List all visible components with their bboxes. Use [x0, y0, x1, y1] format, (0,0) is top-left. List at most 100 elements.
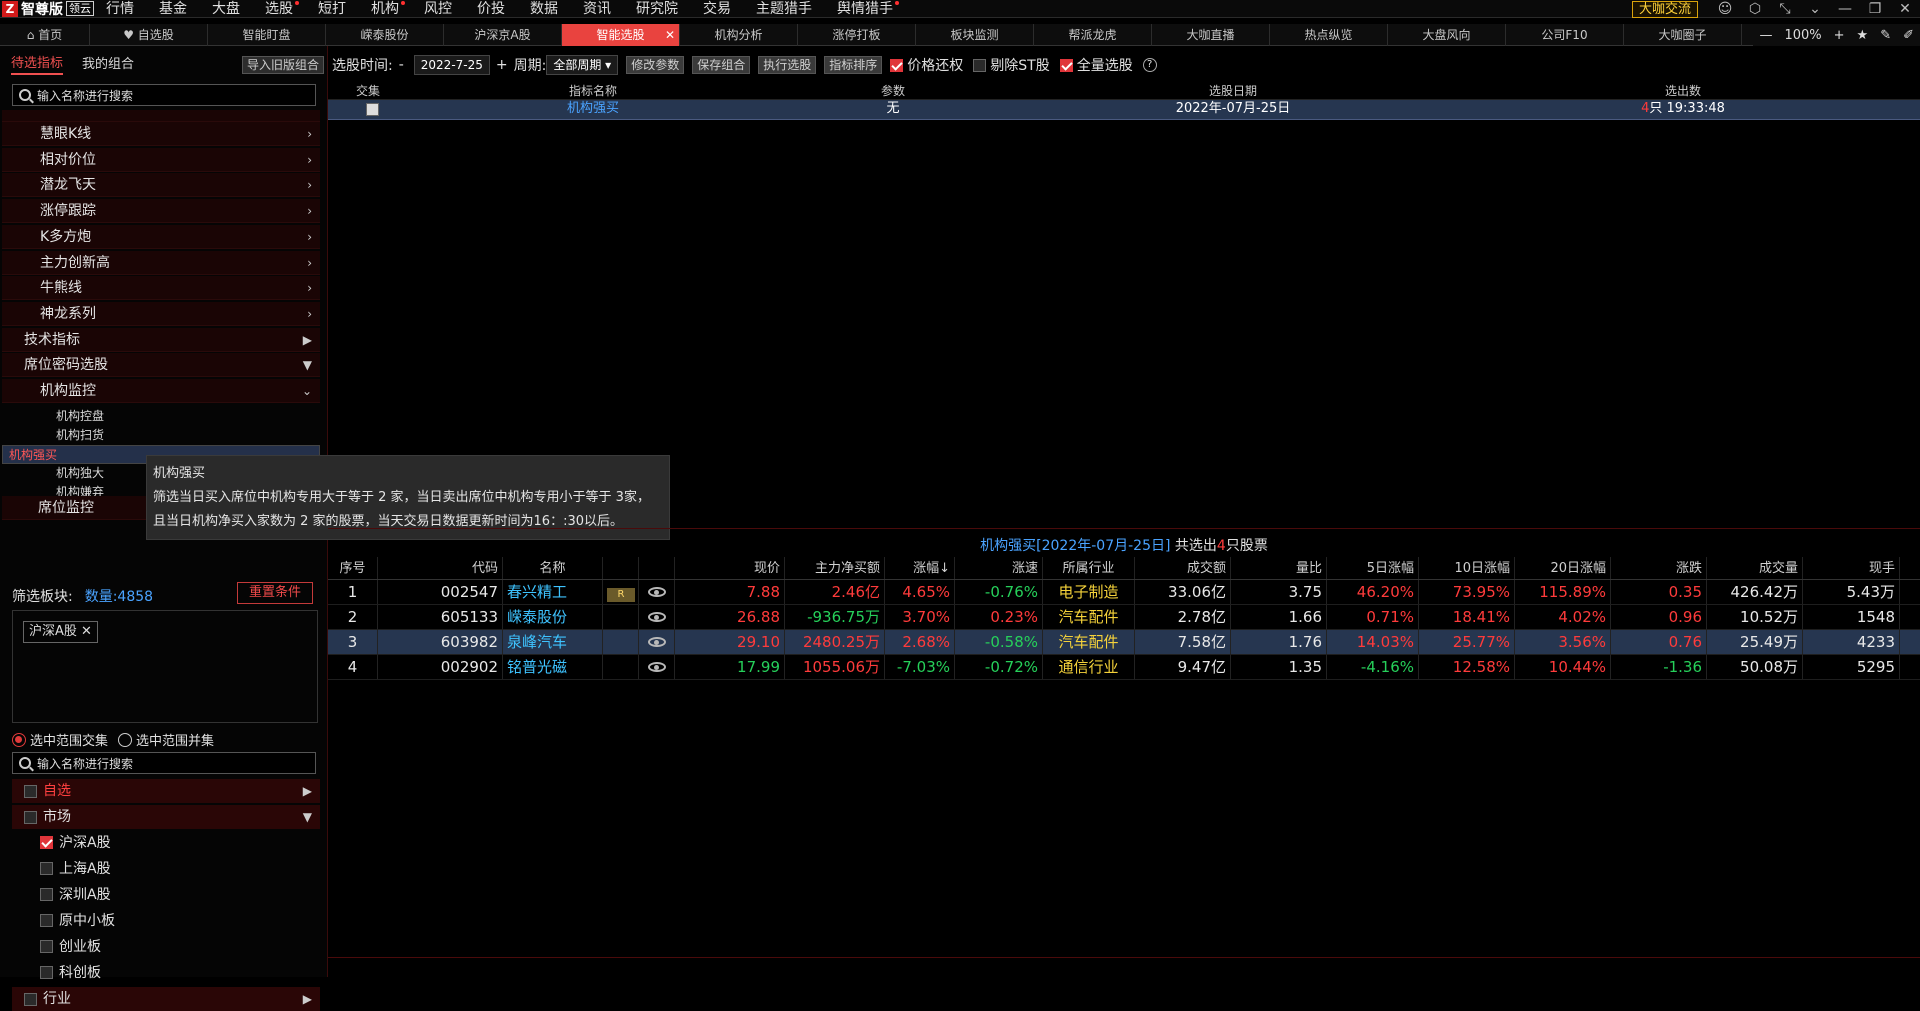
shrink-icon[interactable]: ⤡ [1770, 0, 1800, 18]
col-header[interactable]: 涨幅↓ [885, 557, 955, 579]
checkbox[interactable] [1059, 58, 1073, 72]
col-header[interactable]: 成交额 [1135, 557, 1231, 579]
table-row[interactable]: 2 605133 嵘泰股份 26.88 -936.75万 3.70% 0.23% 汽车配件 2.… [328, 605, 1920, 630]
col-header[interactable]: 代码 [378, 557, 503, 579]
tree-row[interactable]: 主力创新高 › [2, 250, 320, 275]
close-tab-icon[interactable]: ✕ [665, 24, 675, 46]
checkbox[interactable] [24, 993, 37, 1006]
category-market[interactable]: 市场 ▼ [12, 805, 320, 829]
tab-8[interactable]: 板块监测 [916, 24, 1034, 46]
tab-9[interactable]: 帮派龙虎 [1034, 24, 1152, 46]
tree-row[interactable]: K多方炮 › [2, 224, 320, 249]
category-zixuan[interactable]: 自选 ▶ [12, 779, 320, 803]
tree-row[interactable]: 相对价位 › [2, 147, 320, 172]
table-row[interactable]: 3 603982 泉峰汽车 29.10 2480.25万 2.68% -0.58% 汽车配件 7… [328, 630, 1920, 655]
menu-item[interactable]: 大盘 [212, 0, 240, 18]
market-item[interactable]: 创业板 [12, 934, 320, 960]
tab-my-combos[interactable]: 我的组合 [82, 53, 134, 74]
market-item[interactable]: 沪深A股 [12, 830, 320, 856]
date-minus-button[interactable]: - [399, 57, 404, 73]
dakai-button[interactable]: 大咖交流 [1631, 0, 1698, 18]
menu-item[interactable]: 数据 [530, 0, 558, 18]
cell-name[interactable]: 铭普光磁 [503, 655, 603, 679]
col-header[interactable]: 主力净买额 [785, 557, 885, 579]
tree-row[interactable]: 技术指标 ▶ [2, 327, 320, 352]
save-combo-button[interactable]: 保存组合 [692, 56, 751, 74]
cell-name[interactable]: 春兴精工 [503, 580, 603, 604]
menu-item[interactable]: 选股 [265, 0, 299, 18]
zoom-out-icon[interactable]: — [1759, 28, 1772, 43]
execute-selection-button[interactable]: 执行选股 [758, 56, 817, 74]
col-header[interactable] [603, 557, 639, 579]
col-header[interactable] [639, 557, 675, 579]
tab-0[interactable]: ⌂ 首页 [0, 24, 90, 46]
menu-item[interactable]: 短打 [318, 0, 346, 18]
col-header[interactable]: 序号 [328, 557, 378, 579]
indicator-sort-button[interactable]: 指标排序 [824, 56, 883, 74]
menu-item[interactable]: 基金 [159, 0, 187, 18]
help-icon[interactable]: ? [1142, 58, 1157, 72]
tab-13[interactable]: 公司F10 [1506, 24, 1624, 46]
leaf-item[interactable]: 机构扫货 [2, 426, 320, 445]
tree-row[interactable]: 潜龙飞天 › [2, 173, 320, 198]
checkbox[interactable] [40, 888, 53, 901]
radio-union[interactable] [118, 732, 133, 747]
menu-item[interactable]: 资讯 [583, 0, 611, 18]
zoom-in-icon[interactable]: + [1834, 28, 1845, 43]
tab-3[interactable]: 嵘泰股份 [326, 24, 444, 46]
price-restore-checkbox[interactable]: 价格还权 [890, 55, 963, 75]
dropdown-icon[interactable]: ⌄ [1800, 0, 1830, 18]
edit-icon[interactable]: ✎ [1880, 28, 1891, 43]
full-selection-checkbox[interactable]: 全量选股 [1059, 55, 1133, 75]
indicator-search-input[interactable]: 输入名称进行搜索 [12, 84, 316, 106]
tab-11[interactable]: 热点纵览 [1270, 24, 1388, 46]
tab-1[interactable]: ♥ 自选股 [90, 24, 208, 46]
market-item[interactable]: 原中小板 [12, 908, 320, 934]
date-plus-button[interactable]: + [496, 57, 508, 73]
table-row[interactable]: 1 002547 春兴精工 R 7.88 2.46亿 4.65% -0.76% 电子制造 33.0… [328, 580, 1920, 605]
cell-name[interactable]: 泉峰汽车 [503, 630, 603, 654]
pin-icon[interactable]: ✐ [1903, 28, 1914, 43]
reset-conditions-button[interactable]: 重置条件 [237, 582, 313, 604]
tab-14[interactable]: 大咖圈子 [1624, 24, 1742, 46]
eye-icon[interactable] [647, 637, 666, 647]
tree-row[interactable]: 牛熊线 › [2, 276, 320, 301]
market-item[interactable]: 科创板 [12, 960, 320, 986]
checkbox[interactable] [973, 58, 987, 72]
col-header[interactable]: 所属行业 [1043, 557, 1135, 579]
col-header[interactable]: 涨速 [955, 557, 1043, 579]
tree-row[interactable]: 神龙系列 › [2, 301, 320, 326]
menu-item[interactable]: 研究院 [636, 0, 678, 18]
menu-item[interactable]: 主题猎手 [756, 0, 812, 18]
col-header[interactable]: 成交量 [1707, 557, 1803, 579]
board-search-input[interactable]: 输入名称进行搜索 [12, 752, 316, 774]
tree-row[interactable]: 涨停跟踪 › [2, 199, 320, 224]
eye-icon[interactable] [647, 612, 666, 622]
menu-item[interactable]: 机构 [371, 0, 405, 18]
leaf-item[interactable]: 机构控盘 [2, 407, 320, 426]
cell-eye[interactable] [639, 580, 675, 604]
tree-row[interactable]: 慧眼K线 › [2, 122, 320, 146]
checkbox[interactable] [24, 785, 37, 798]
menu-item[interactable]: 舆情猎手 [837, 0, 899, 18]
checkbox[interactable] [40, 940, 53, 953]
period-select[interactable]: 全部周期 ▾ [546, 55, 619, 75]
tab-2[interactable]: 智能盯盘 [208, 24, 326, 46]
tab-10[interactable]: 大咖直播 [1152, 24, 1270, 46]
col-header[interactable]: 20日涨幅 [1515, 557, 1611, 579]
menu-item[interactable]: 风控 [424, 0, 452, 18]
close-icon[interactable]: ✕ [1890, 0, 1920, 18]
col-header[interactable]: 10日涨幅 [1419, 557, 1515, 579]
menu-item[interactable]: 交易 [703, 0, 731, 18]
tab-6[interactable]: 机构分析 [680, 24, 798, 46]
checkbox[interactable] [890, 58, 904, 72]
minimize-icon[interactable]: — [1830, 0, 1860, 18]
indicator-row[interactable]: 机构强买 无 2022年-07月-25日 4只 19:33:48 [328, 100, 1920, 120]
checkbox[interactable] [40, 836, 53, 849]
col-header[interactable]: 现价 [675, 557, 785, 579]
tab-5[interactable]: 智能选股 ✕ [562, 24, 680, 46]
star-icon[interactable]: ★ [1857, 28, 1869, 43]
category-industry[interactable]: 行业 ▶ [12, 987, 320, 1011]
cell-eye[interactable] [639, 655, 675, 679]
checkbox[interactable] [40, 862, 53, 875]
